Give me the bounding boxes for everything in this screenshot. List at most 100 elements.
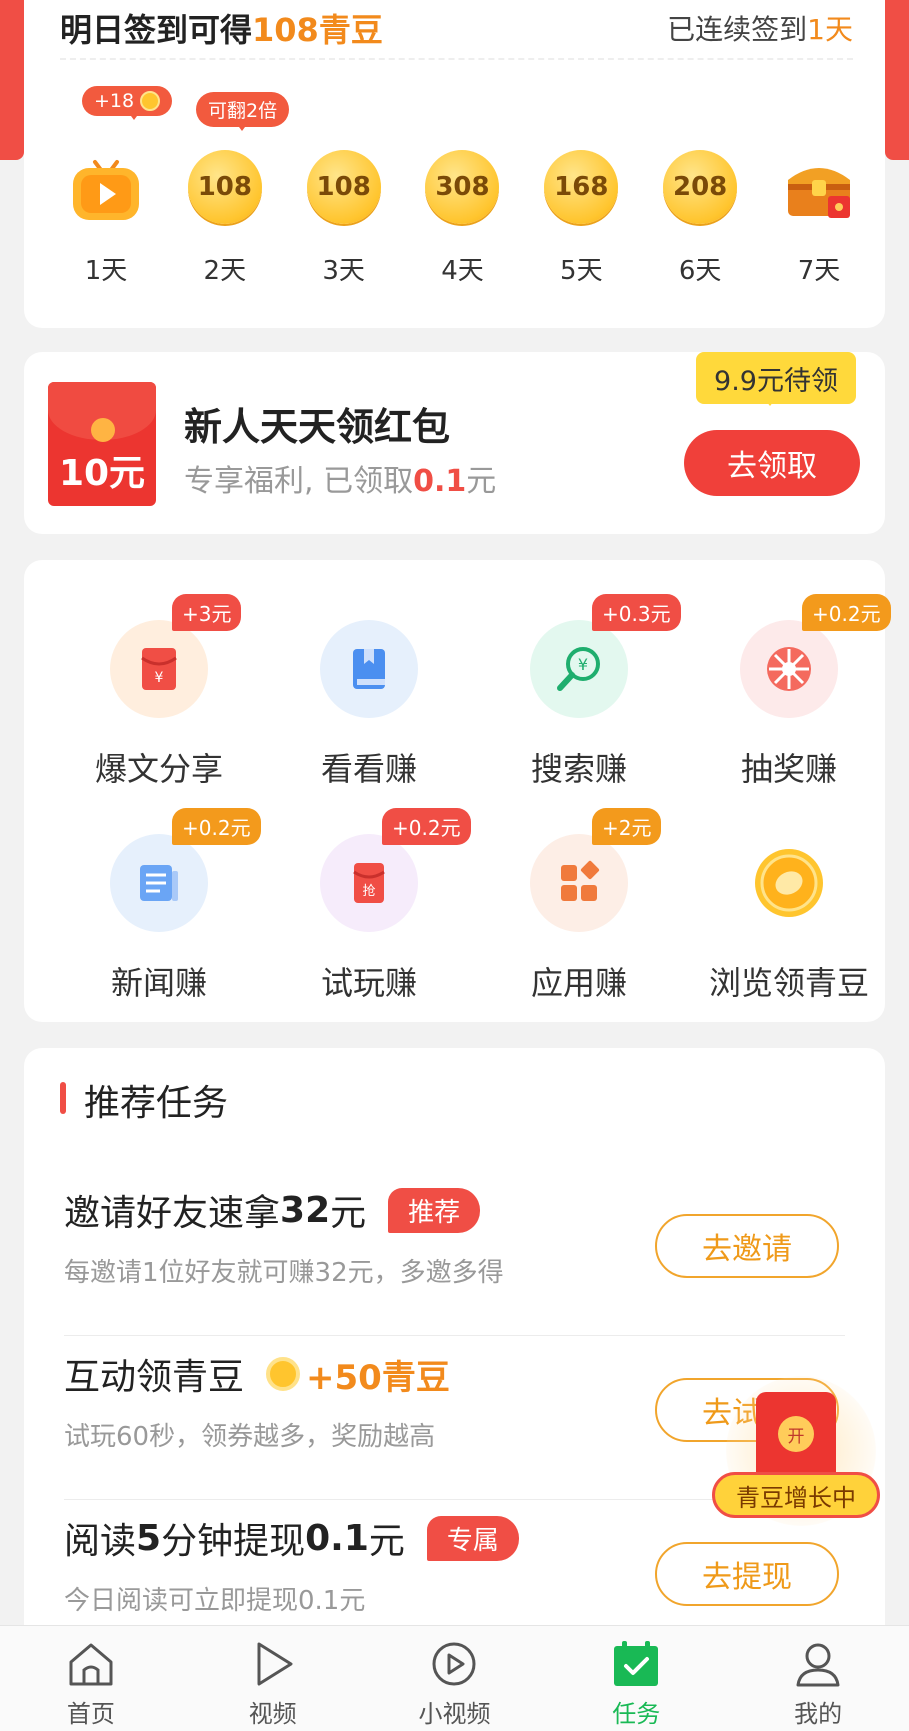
reward-badge: +2元 — [592, 808, 662, 845]
task-name-part: 邀请好友速拿 — [64, 1193, 281, 1234]
packet-seal — [91, 418, 115, 442]
checkin-day-3[interactable]: 108 3天 — [294, 150, 394, 287]
withdraw-button[interactable]: 去提现 — [655, 1542, 839, 1606]
checkin-card: 明日签到可得108青豆 已连续签到1天 +18 可翻2倍 1天 108 2天 1… — [24, 0, 885, 328]
bottom-nav: 首页 视频 小视频 任务 我的 — [0, 1625, 909, 1731]
grid-item-news[interactable]: +0.2元 新闻赚 — [54, 808, 264, 1004]
streak-prefix: 已连续签到 — [667, 13, 808, 46]
grid-label: 浏览领青豆 — [708, 964, 869, 1002]
open-seal-icon: 开 — [778, 1416, 814, 1452]
news-icon — [110, 834, 208, 932]
svg-text:¥: ¥ — [155, 670, 164, 686]
checkin-day-4[interactable]: 308 4天 — [412, 150, 512, 287]
day-label: 2天 — [203, 256, 247, 286]
task-name: 互动领青豆 +50青豆 — [64, 1348, 450, 1400]
short-video-icon — [432, 1642, 476, 1686]
streak-days: 1天 — [807, 13, 853, 46]
grab-envelope-icon: 抢 — [320, 834, 418, 932]
grid-item-apps[interactable]: +2元 应用赚 — [474, 808, 684, 1004]
checkin-day-1[interactable]: 1天 — [56, 150, 156, 287]
checkin-days: 1天 108 2天 108 3天 308 4天 168 5天 208 6天 7天 — [56, 150, 869, 287]
svg-text:抢: 抢 — [362, 883, 375, 899]
checkin-day-6[interactable]: 208 6天 — [650, 150, 750, 287]
nav-home[interactable]: 首页 — [0, 1626, 182, 1731]
reward-badge: +0.3元 — [592, 594, 681, 631]
tv-play-icon — [69, 150, 143, 224]
recommended-tasks-card: 推荐任务 邀请好友速拿 32 元 推荐 每邀请1位好友就可赚32元，多邀多得 去邀请… — [24, 1048, 885, 1648]
nav-label: 小视频 — [418, 1700, 491, 1728]
packet-sub-prefix: 专享福利, 已领取 — [184, 464, 414, 499]
task-name: 阅读 5 分钟提现 0.1 元 专属 — [64, 1512, 519, 1564]
nav-video[interactable]: 视频 — [182, 1626, 364, 1731]
new-user-packet-card: 10元 新人天天领红包 专享福利, 已领取0.1元 9.9元待领 去领取 — [24, 352, 885, 534]
home-icon — [69, 1643, 113, 1686]
red-packet-icon: 10元 — [48, 382, 156, 506]
pending-amount-tag: 9.9元待领 — [696, 352, 856, 406]
reward-badge: +3元 — [172, 594, 242, 631]
task-name-amount: 0.1 — [305, 1517, 369, 1559]
section-accent-bar — [60, 1082, 66, 1114]
grid-item-watch[interactable]: 看看赚 — [264, 620, 474, 790]
left-red-edge — [0, 0, 24, 160]
grid-label: 应用赚 — [530, 964, 627, 1002]
grid-label: 搜索赚 — [530, 750, 627, 788]
task-description: 今日阅读可立即提现0.1元 — [64, 1586, 366, 1616]
coin-icon: 168 — [544, 150, 619, 224]
section-title: 推荐任务 — [84, 1083, 229, 1124]
checkin-title: 明日签到可得108青豆 — [60, 5, 383, 51]
plus-bubble-text: +18 — [94, 90, 135, 112]
invite-button[interactable]: 去邀请 — [655, 1214, 839, 1278]
recommend-tag: 推荐 — [388, 1187, 481, 1233]
reward-badge: +0.2元 — [172, 808, 261, 845]
task-invite: 邀请好友速拿 32 元 推荐 每邀请1位好友就可赚32元，多邀多得 去邀请 — [64, 1172, 845, 1336]
task-name: 邀请好友速拿 32 元 推荐 — [64, 1184, 481, 1236]
widget-label: 青豆增长中 — [712, 1472, 880, 1518]
grid-item-trial[interactable]: 抢 +0.2元 试玩赚 — [264, 808, 474, 1004]
day-label: 1天 — [84, 256, 128, 286]
packet-title: 新人天天领红包 — [184, 405, 451, 449]
nav-profile[interactable]: 我的 — [727, 1626, 909, 1731]
day-label: 4天 — [441, 256, 484, 286]
task-name-part: 互动领青豆 — [64, 1357, 245, 1398]
treasure-chest-icon — [782, 150, 856, 224]
right-red-edge — [885, 0, 909, 160]
task-description: 每邀请1位好友就可赚32元，多邀多得 — [64, 1258, 504, 1288]
task-name-unit: 元 — [330, 1193, 367, 1234]
floating-bean-widget[interactable]: 开 青豆增长中 — [712, 1376, 882, 1526]
svg-text:¥: ¥ — [578, 655, 588, 674]
grid-item-search[interactable]: ¥ +0.3元 搜索赚 — [474, 594, 684, 790]
checkin-day-7[interactable]: 7天 — [769, 150, 869, 287]
task-name-amount: 32 — [280, 1189, 331, 1231]
search-yuan-icon: ¥ — [530, 620, 628, 718]
packet-sub-unit: 元 — [466, 464, 497, 499]
checkin-streak: 已连续签到1天 — [667, 8, 853, 48]
checkin-title-amount: 108青豆 — [252, 11, 383, 49]
grid-label: 新闻赚 — [110, 964, 207, 1002]
checkin-day-5[interactable]: 168 5天 — [531, 150, 631, 287]
task-name-minutes: 5 — [136, 1517, 162, 1559]
coin-icon — [140, 91, 161, 111]
task-name-unit: 元 — [368, 1521, 405, 1562]
packet-amount: 10元 — [58, 453, 146, 494]
task-name-part: 分钟提现 — [161, 1521, 306, 1562]
grid-item-lottery[interactable]: +0.2元 抽奖赚 — [684, 594, 894, 790]
day-label: 6天 — [678, 256, 722, 286]
reward-badge: +0.2元 — [382, 808, 471, 845]
nav-short-video[interactable]: 小视频 — [364, 1626, 546, 1731]
profile-icon — [796, 1643, 840, 1687]
exclusive-tag: 专属 — [426, 1515, 519, 1561]
grid-item-browse[interactable]: 浏览领青豆 — [684, 834, 894, 1004]
grid-item-share[interactable]: ¥ +3元 爆文分享 — [54, 594, 264, 790]
claim-button[interactable]: 去领取 — [684, 430, 860, 496]
nav-tasks[interactable]: 任务 — [545, 1626, 727, 1731]
apps-icon — [530, 834, 628, 932]
packet-subtitle: 专享福利, 已领取0.1元 — [184, 456, 496, 500]
checkin-day-2[interactable]: 108 2天 — [175, 150, 275, 287]
grid-label: 看看赚 — [320, 750, 417, 788]
grid-label: 爆文分享 — [94, 750, 223, 788]
checkin-header: 明日签到可得108青豆 已连续签到1天 — [60, 6, 853, 50]
task-reward: +50青豆 — [266, 1350, 450, 1399]
coin-icon — [266, 1357, 301, 1391]
plus-bubble: +18 — [82, 86, 173, 120]
coin-icon: 108 — [306, 150, 381, 224]
